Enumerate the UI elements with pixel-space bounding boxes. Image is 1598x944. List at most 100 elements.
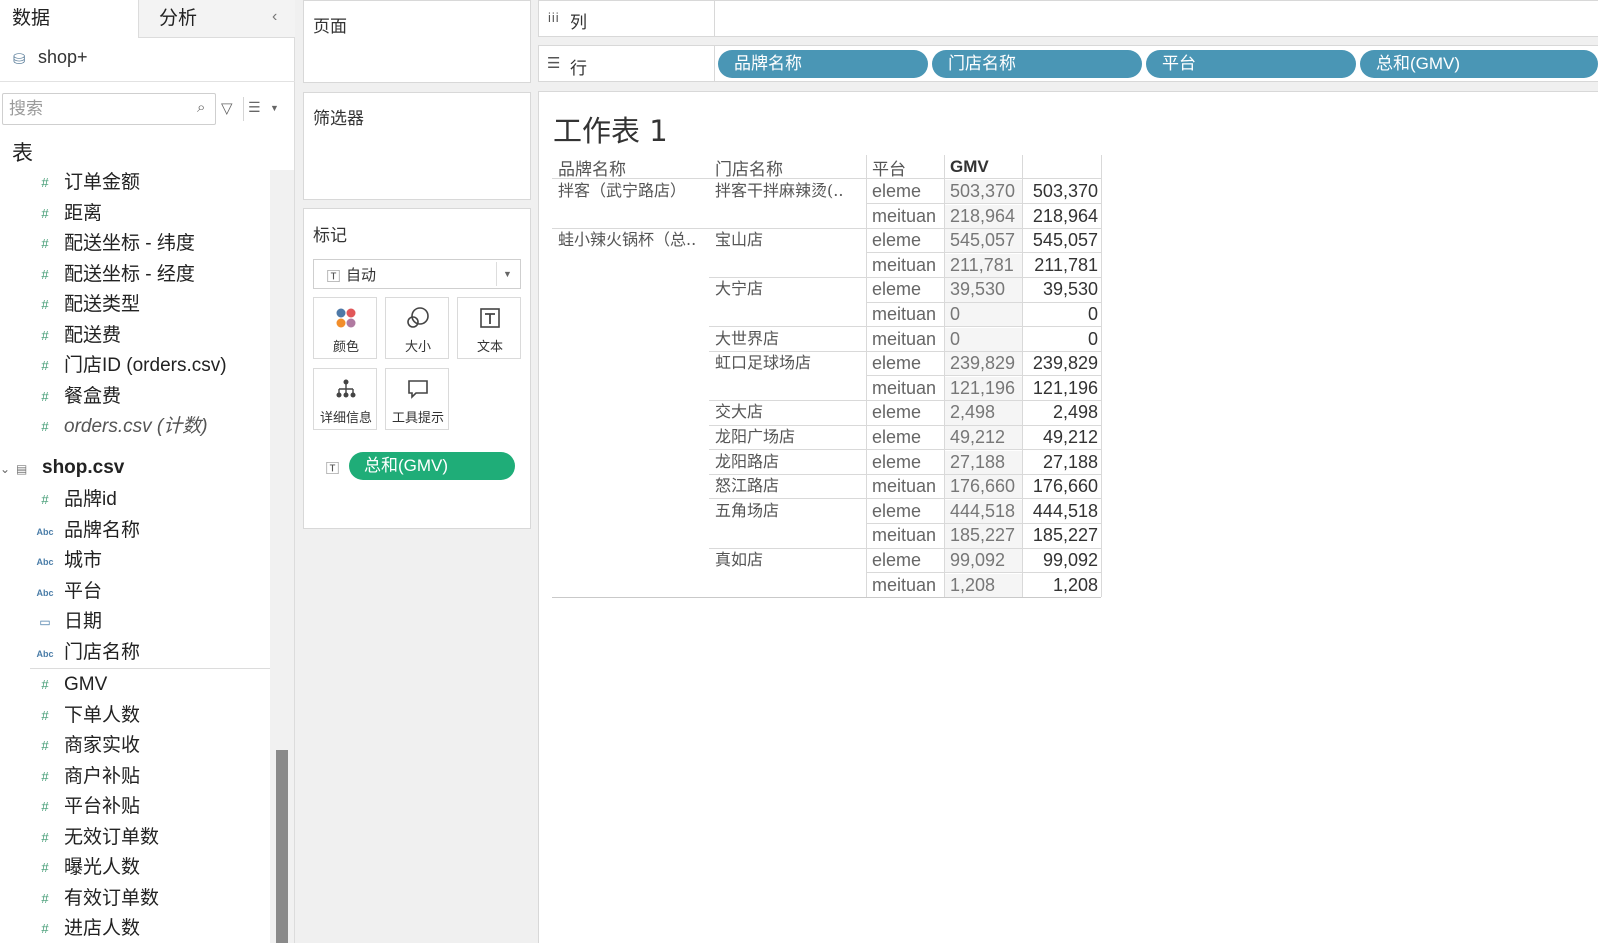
chevron-down-icon[interactable]: ▼ (503, 269, 512, 279)
field-item[interactable]: # 距离 (0, 199, 270, 229)
gmv-cell[interactable]: 27,188 (950, 450, 1005, 474)
row-pill-store[interactable]: 门店名称 (932, 50, 1142, 78)
gmv-cell[interactable]: 1,208 (950, 573, 995, 597)
platform-cell[interactable]: meituan (872, 523, 936, 547)
tab-data[interactable]: 数据 (0, 0, 138, 38)
sum-gmv-cell[interactable]: 0 (1028, 327, 1098, 351)
field-item[interactable]: Abc 门店名称 (0, 638, 270, 668)
platform-cell[interactable]: eleme (872, 277, 921, 301)
field-item[interactable]: # 配送类型 (0, 290, 270, 320)
store-cell[interactable]: 龙阳广场店 (715, 425, 795, 449)
brand-cell[interactable]: 蛙小辣火锅杯（总.. (558, 228, 696, 252)
field-item[interactable]: # 配送费 (0, 321, 270, 351)
field-item[interactable]: # 配送坐标 - 纬度 (0, 229, 270, 259)
platform-cell[interactable]: meituan (872, 573, 936, 597)
chevron-down-icon[interactable]: ▼ (270, 103, 279, 113)
list-view-icon[interactable]: ☰ (248, 99, 261, 116)
gmv-cell[interactable]: 99,092 (950, 548, 1005, 572)
store-cell[interactable]: 交大店 (715, 400, 763, 424)
sum-gmv-cell[interactable]: 27,188 (1028, 450, 1098, 474)
table-group-shop[interactable] (0, 456, 270, 486)
field-item[interactable]: Abc 城市 (0, 546, 270, 576)
row-pill-platform[interactable]: 平台 (1146, 50, 1356, 78)
brand-cell[interactable]: 拌客（武宁路店） (558, 179, 686, 203)
header-gmv[interactable]: GMV (950, 157, 989, 177)
sum-gmv-cell[interactable]: 1,208 (1028, 573, 1098, 597)
field-item[interactable]: ▭ 日期 (0, 607, 270, 637)
sum-gmv-cell[interactable]: 503,370 (1028, 179, 1098, 203)
sum-gmv-cell[interactable]: 444,518 (1028, 499, 1098, 523)
header-brand[interactable]: 品牌名称 (558, 155, 626, 180)
sum-gmv-cell[interactable]: 2,498 (1028, 400, 1098, 424)
gmv-cell[interactable]: 121,196 (950, 376, 1015, 400)
sheet-title[interactable]: 工作表 1 (553, 108, 668, 150)
marks-pill-sum-gmv[interactable]: 总和(GMV) (349, 452, 515, 480)
field-item[interactable]: # 品牌id (0, 485, 270, 515)
store-cell[interactable]: 大世界店 (715, 327, 779, 351)
gmv-cell[interactable]: 545,057 (950, 228, 1015, 252)
field-item[interactable]: # 下单人数 (0, 701, 270, 731)
size-button[interactable]: 大小 (385, 297, 449, 359)
platform-cell[interactable]: meituan (872, 474, 936, 498)
field-item[interactable]: # 平台补贴 (0, 792, 270, 822)
field-item[interactable]: Abc 平台 (0, 577, 270, 607)
platform-cell[interactable]: meituan (872, 204, 936, 228)
detail-button[interactable]: 详细信息 (313, 368, 377, 430)
gmv-cell[interactable]: 2,498 (950, 400, 995, 424)
search-field[interactable]: ⌕ (2, 93, 216, 125)
gmv-cell[interactable]: 503,370 (950, 179, 1015, 203)
sum-gmv-cell[interactable]: 99,092 (1028, 548, 1098, 572)
store-cell[interactable]: 虹口足球场店 (715, 351, 811, 375)
scrollbar-thumb[interactable] (276, 750, 288, 943)
field-item[interactable]: # 餐盒费 (0, 382, 270, 412)
sum-gmv-cell[interactable]: 239,829 (1028, 351, 1098, 375)
platform-cell[interactable]: meituan (872, 327, 936, 351)
sum-gmv-cell[interactable]: 211,781 (1028, 253, 1098, 277)
store-cell[interactable]: 五角场店 (715, 499, 779, 523)
platform-cell[interactable]: eleme (872, 499, 921, 523)
datasource-name[interactable]: shop+ (38, 47, 88, 68)
chevron-down-icon[interactable]: ⌄ (0, 462, 10, 476)
color-button[interactable]: 颜色 (313, 297, 377, 359)
field-item[interactable]: # 无效订单数 (0, 823, 270, 853)
sum-gmv-cell[interactable]: 185,227 (1028, 523, 1098, 547)
platform-cell[interactable]: eleme (872, 450, 921, 474)
field-item[interactable]: # 曝光人数 (0, 853, 270, 883)
gmv-cell[interactable]: 39,530 (950, 277, 1005, 301)
header-platform[interactable]: 平台 (872, 155, 906, 180)
platform-cell[interactable]: eleme (872, 351, 921, 375)
field-item[interactable]: # 商户补贴 (0, 762, 270, 792)
sum-gmv-cell[interactable]: 0 (1028, 302, 1098, 326)
field-item[interactable]: Abc 品牌名称 (0, 516, 270, 546)
gmv-cell[interactable]: 185,227 (950, 523, 1015, 547)
gmv-cell[interactable]: 176,660 (950, 474, 1015, 498)
field-item[interactable]: # 配送坐标 - 经度 (0, 260, 270, 290)
sum-gmv-cell[interactable]: 545,057 (1028, 228, 1098, 252)
field-item[interactable]: # 有效订单数 (0, 884, 270, 914)
text-button[interactable]: 文本 (457, 297, 521, 359)
row-pill-brand[interactable]: 品牌名称 (718, 50, 928, 78)
platform-cell[interactable]: eleme (872, 400, 921, 424)
sum-gmv-cell[interactable]: 121,196 (1028, 376, 1098, 400)
gmv-cell[interactable]: 239,829 (950, 351, 1015, 375)
tooltip-button[interactable]: 工具提示 (385, 368, 449, 430)
platform-cell[interactable]: eleme (872, 228, 921, 252)
platform-cell[interactable]: meituan (872, 253, 936, 277)
platform-cell[interactable]: eleme (872, 548, 921, 572)
store-cell[interactable]: 大宁店 (715, 277, 763, 301)
sum-gmv-cell[interactable]: 39,530 (1028, 277, 1098, 301)
store-cell[interactable]: 龙阳路店 (715, 450, 779, 474)
store-cell[interactable]: 宝山店 (715, 228, 763, 252)
columns-shelf[interactable] (715, 0, 1598, 37)
store-cell[interactable]: 怒江路店 (715, 474, 779, 498)
field-item[interactable]: # orders.csv (计数) (0, 412, 270, 442)
store-cell[interactable]: 真如店 (715, 548, 763, 572)
sum-gmv-cell[interactable]: 176,660 (1028, 474, 1098, 498)
gmv-cell[interactable]: 211,781 (950, 253, 1014, 277)
platform-cell[interactable]: meituan (872, 302, 936, 326)
mark-type-dropdown[interactable] (313, 259, 521, 289)
row-pill-sum-gmv[interactable]: 总和(GMV) (1360, 50, 1598, 78)
collapse-pane-icon[interactable]: ‹ (272, 8, 277, 26)
field-item[interactable]: # 门店ID (orders.csv) (0, 351, 270, 381)
sum-gmv-cell[interactable]: 49,212 (1028, 425, 1098, 449)
